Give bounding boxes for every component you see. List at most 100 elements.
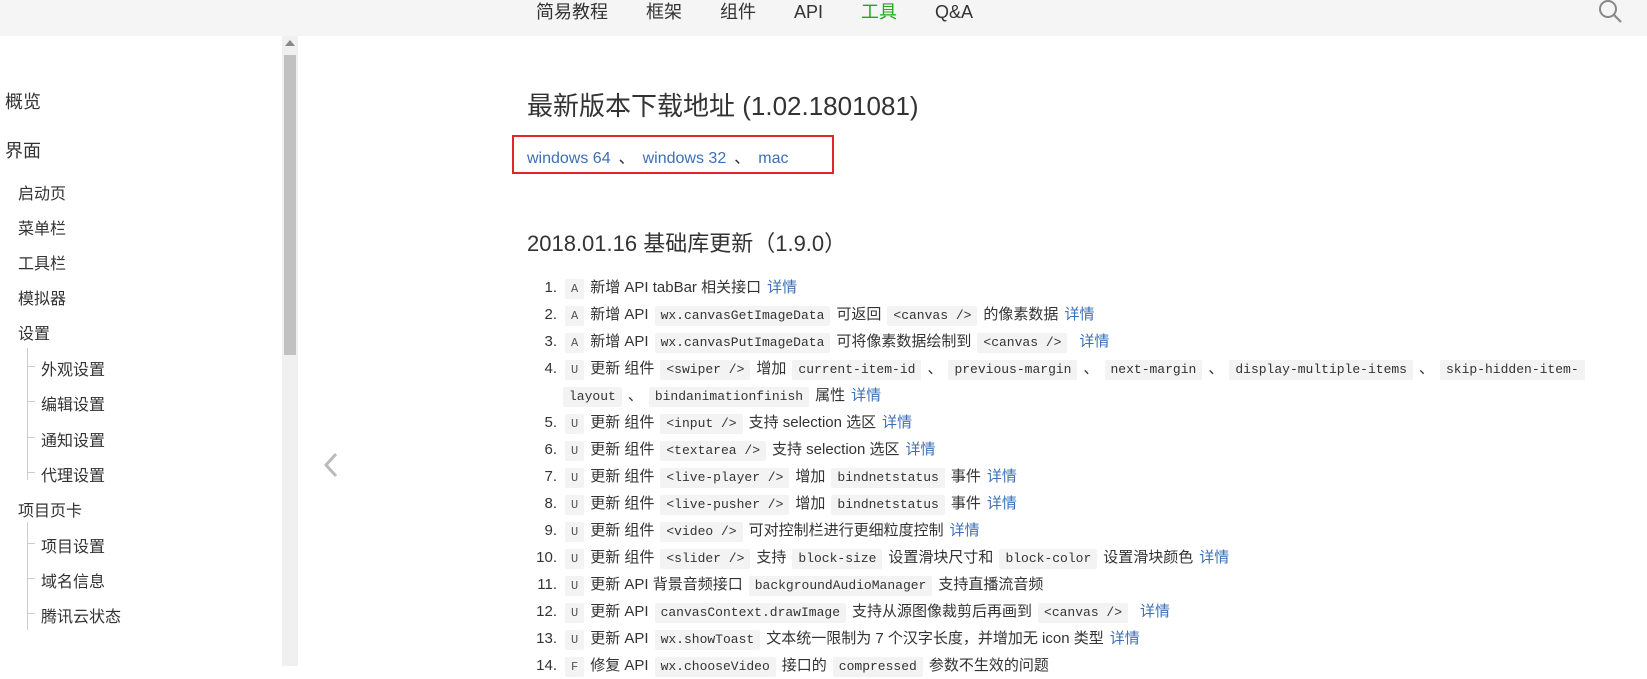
sidebar-item[interactable]: 菜单栏 xyxy=(18,215,66,239)
item-text: 增加 xyxy=(795,468,826,485)
code-snippet: backgroundAudioManager xyxy=(748,576,933,596)
item-number: 12. xyxy=(536,603,557,620)
sidebar-item[interactable]: 启动页 xyxy=(18,180,66,204)
item-continuation: layout 、 bindanimationfinish 属性 详情 xyxy=(527,382,1607,409)
item-number: 10. xyxy=(536,549,557,566)
detail-link[interactable]: 详情 xyxy=(987,495,1017,512)
change-type-badge: U xyxy=(565,495,585,515)
code-snippet: <textarea /> xyxy=(660,441,766,461)
detail-link[interactable]: 详情 xyxy=(882,414,912,431)
item-text: 支持 selection 选区 xyxy=(772,441,900,458)
scroll-up-arrow-icon[interactable] xyxy=(285,40,295,46)
code-snippet: wx.chooseVideo xyxy=(654,657,776,677)
update-list-item: 11. U 更新 API 背景音频接口 backgroundAudioManager 支… xyxy=(527,571,1607,598)
item-text: 新增 API tabBar 相关接口 xyxy=(590,279,762,296)
sidebar-item[interactable]: 代理设置 xyxy=(41,462,105,486)
code-snippet: bindnetstatus xyxy=(831,495,945,515)
item-text: 更新 API xyxy=(590,603,649,620)
code-snippet: <input /> xyxy=(660,414,743,434)
code-snippet: <slider /> xyxy=(660,549,751,569)
change-type-badge: U xyxy=(565,603,585,623)
update-list-item: 5. U 更新 组件 <input /> 支持 selection 选区 详情 xyxy=(527,409,1607,436)
item-number: 9. xyxy=(544,522,557,539)
detail-link[interactable]: 详情 xyxy=(987,468,1017,485)
download-link[interactable]: windows 64 xyxy=(527,150,611,167)
item-text: 更新 组件 xyxy=(590,441,655,458)
nav-item-4[interactable]: 工具 xyxy=(861,0,897,36)
update-list-item: 13. U 更新 API wx.showToast 文本统一限制为 7 个汉字长度，并增… xyxy=(527,625,1607,652)
update-list-item: 4. U 更新 组件 <swiper /> 增加 current-item-id 、 prev… xyxy=(527,355,1607,409)
item-text: 事件 xyxy=(950,495,981,512)
top-nav: 简易教程 框架 组件 API 工具 Q&A xyxy=(536,0,1011,36)
code-snippet: layout xyxy=(563,387,622,407)
item-number: 2. xyxy=(544,306,557,323)
tree-connector xyxy=(27,348,28,480)
nav-item-3[interactable]: API xyxy=(794,0,823,36)
change-type-badge: U xyxy=(565,549,585,569)
sidebar-item[interactable]: 项目设置 xyxy=(41,533,105,557)
item-text: 更新 API xyxy=(590,630,649,647)
link-separator: 、 xyxy=(618,150,635,167)
sidebar-item[interactable]: 编辑设置 xyxy=(41,391,105,415)
detail-link[interactable]: 详情 xyxy=(767,279,797,296)
item-text: 更新 组件 xyxy=(590,495,655,512)
item-text: 、 xyxy=(627,387,643,404)
sidebar-item[interactable]: 概览 xyxy=(5,88,41,114)
sidebar-item[interactable]: 界面 xyxy=(5,137,41,163)
code-snippet: block-color xyxy=(999,549,1098,569)
update-list-item: 1. A 新增 API tabBar 相关接口 详情 xyxy=(527,274,1607,301)
detail-link[interactable]: 详情 xyxy=(950,522,980,539)
code-snippet: previous-margin xyxy=(948,360,1078,380)
change-type-badge: U xyxy=(565,468,585,488)
code-snippet: <swiper /> xyxy=(660,360,751,380)
item-text: 、 xyxy=(927,360,943,377)
update-list-item: 6. U 更新 组件 <textarea /> 支持 selection 选区 详情 xyxy=(527,436,1607,463)
code-snippet: next-margin xyxy=(1104,360,1203,380)
item-text: 文本统一限制为 7 个汉字长度，并增加无 icon 类型 xyxy=(766,630,1104,647)
item-text: 增加 xyxy=(756,360,787,377)
nav-item-2[interactable]: 组件 xyxy=(720,0,756,36)
code-snippet: skip-hidden-item- xyxy=(1440,360,1585,380)
sidebar-scrollbar-thumb[interactable] xyxy=(284,55,296,355)
item-text: 更新 组件 xyxy=(590,360,655,377)
sidebar-item[interactable]: 项目页卡 xyxy=(18,497,82,521)
item-text: 更新 组件 xyxy=(590,549,655,566)
sidebar-item[interactable]: 腾讯云状态 xyxy=(41,603,121,627)
download-link[interactable]: windows 32 xyxy=(643,150,727,167)
nav-item-0[interactable]: 简易教程 xyxy=(536,0,608,36)
item-text: 的像素数据 xyxy=(983,306,1059,323)
download-link[interactable]: mac xyxy=(758,150,788,167)
sidebar-item[interactable]: 域名信息 xyxy=(41,568,105,592)
detail-link[interactable]: 详情 xyxy=(1199,549,1229,566)
code-snippet: display-multiple-items xyxy=(1229,360,1413,380)
search-icon[interactable] xyxy=(1598,0,1624,26)
nav-item-1[interactable]: 框架 xyxy=(646,0,682,36)
code-snippet: <live-player /> xyxy=(660,468,790,488)
sidebar-item[interactable]: 设置 xyxy=(18,320,50,344)
item-number: 8. xyxy=(544,495,557,512)
detail-link[interactable]: 详情 xyxy=(1140,603,1170,620)
tree-connector xyxy=(27,437,35,438)
detail-link[interactable]: 详情 xyxy=(1079,333,1109,350)
detail-link[interactable]: 详情 xyxy=(851,387,881,404)
code-snippet: <canvas /> xyxy=(977,333,1068,353)
item-number: 4. xyxy=(544,360,557,377)
sidebar-item[interactable]: 通知设置 xyxy=(41,427,105,451)
sidebar-item[interactable]: 模拟器 xyxy=(18,285,66,309)
sidebar-item[interactable]: 工具栏 xyxy=(18,250,66,274)
detail-link[interactable]: 详情 xyxy=(906,441,936,458)
item-text: 新增 API xyxy=(590,306,649,323)
nav-item-5[interactable]: Q&A xyxy=(935,0,973,36)
code-snippet: <canvas /> xyxy=(887,306,978,326)
change-type-badge: U xyxy=(565,522,585,542)
item-text: 更新 组件 xyxy=(590,414,655,431)
change-type-badge: A xyxy=(565,333,585,353)
detail-link[interactable]: 详情 xyxy=(1064,306,1094,323)
item-text: 可对控制栏进行更细粒度控制 xyxy=(748,522,944,539)
change-type-badge: U xyxy=(565,414,585,434)
sidebar-item[interactable]: 外观设置 xyxy=(41,356,105,380)
code-snippet: canvasContext.drawImage xyxy=(654,603,846,623)
item-text: 、 xyxy=(1083,360,1099,377)
previous-page-arrow-icon[interactable] xyxy=(322,452,340,478)
detail-link[interactable]: 详情 xyxy=(1110,630,1140,647)
